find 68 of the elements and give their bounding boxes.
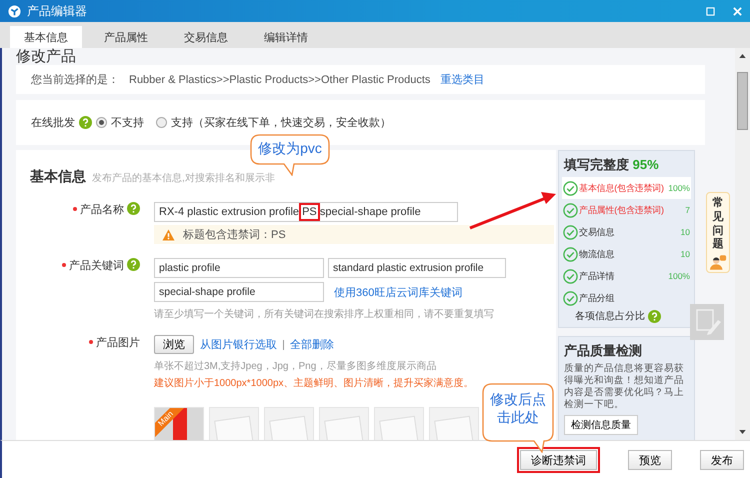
maximize-icon[interactable] xyxy=(706,6,715,16)
check-circle-icon xyxy=(563,202,578,218)
check-quality-button[interactable]: 检测信息质量 xyxy=(564,415,638,435)
score-share-label: 各项信息占分比 xyxy=(575,310,645,323)
completeness-item[interactable]: 产品分组 xyxy=(562,287,691,309)
scrollbar[interactable] xyxy=(735,48,750,440)
completeness-item[interactable]: 基本信息(包含违禁词) 100% xyxy=(562,177,691,199)
footer-button[interactable]: 诊断违禁词 xyxy=(520,450,597,470)
check-circle-icon xyxy=(563,224,578,240)
quality-text: 质量的产品信息将更容易获得曝光和询盘！想知道产品内容是否需要优化吗？马上检测一下吧。 xyxy=(564,363,685,411)
keyword-field[interactable]: plastic profile xyxy=(154,258,324,278)
radio-button[interactable] xyxy=(156,117,167,128)
product-name-label: 产品名称 xyxy=(80,202,124,217)
image-advice: 建议图片小于1000px*1000px、主题鲜明、图片清晰，提升买家满意度。 xyxy=(154,376,475,390)
app-logo-icon xyxy=(8,4,21,18)
category-path: Rubber & Plastics>>Plastic Products>>Other Plastic Products xyxy=(129,74,430,86)
browse-button[interactable]: 浏览 xyxy=(154,335,194,354)
required-icon xyxy=(62,263,66,267)
footer-button[interactable]: 预览 xyxy=(628,450,672,470)
keywords-hint: 请至少填写一个关键词，所有关键词在搜索排序上权重相同，请不要重复填写 xyxy=(154,308,495,321)
reselect-link[interactable]: 重选类目 xyxy=(440,72,484,87)
keyword-field[interactable]: standard plastic extrusion profile xyxy=(328,258,506,278)
help-icon[interactable] xyxy=(127,258,140,271)
image-link[interactable]: 全部删除 xyxy=(290,337,334,352)
scrollbar-thumb[interactable] xyxy=(737,72,748,130)
scroll-up-icon[interactable] xyxy=(739,54,746,58)
help-icon[interactable] xyxy=(79,116,92,129)
completeness-item[interactable]: 产品详情 100% xyxy=(562,265,691,287)
required-icon xyxy=(89,340,93,344)
close-icon[interactable] xyxy=(733,6,742,16)
quality-title: 产品质量检测 xyxy=(564,342,643,360)
callout-bubble: 修改后点击此处 xyxy=(482,383,554,453)
check-circle-icon xyxy=(563,246,578,262)
warning-text: 标题包含违禁词：PS xyxy=(183,228,286,242)
completeness-item[interactable]: 交易信息 10 xyxy=(562,221,691,243)
images-hint: 单张不超过3M,支持Jpeg，Jpg，Png，尽量多图多维度展示商品 xyxy=(154,360,438,373)
section-title: 基本信息 xyxy=(30,168,86,186)
tab[interactable]: 产品属性 xyxy=(90,26,162,48)
scroll-down-icon[interactable] xyxy=(739,430,746,434)
radio-button[interactable] xyxy=(96,117,107,128)
faq-tab[interactable]: 常见问题 xyxy=(706,192,730,273)
check-circle-icon xyxy=(563,290,578,306)
radio-label: 不支持 xyxy=(111,116,144,130)
person-icon xyxy=(709,255,727,270)
completeness-title: 填写完整度 95% xyxy=(564,156,660,174)
keyword-field[interactable]: special-shape profile xyxy=(154,282,324,302)
wholesale-label: 在线批发 xyxy=(31,116,75,130)
window-title: 产品编辑器 xyxy=(27,2,88,20)
product-name-field[interactable]: RX-4 plastic extrusion profile PS special-shape profile xyxy=(154,202,458,222)
image-link[interactable]: 从图片银行选取 xyxy=(200,337,277,352)
keywords-label: 产品关键词 xyxy=(69,258,124,273)
images-label: 产品图片 xyxy=(96,336,140,350)
help-icon[interactable] xyxy=(648,310,661,322)
check-circle-icon xyxy=(563,268,578,284)
completeness-item[interactable]: 物流信息 10 xyxy=(562,243,691,265)
page-title: 修改产品 xyxy=(16,48,77,65)
warning-icon xyxy=(162,228,175,240)
tab[interactable]: 交易信息 xyxy=(170,26,242,48)
radio-label: 支持（买家在线下单，快速交易，安全收款） xyxy=(171,116,391,130)
keyword-library-link[interactable]: 使用360旺店云词库关键词 xyxy=(334,284,462,300)
help-icon[interactable] xyxy=(127,202,140,215)
tab[interactable]: 基本信息 xyxy=(10,26,82,48)
category-label: 您当前选择的是： xyxy=(31,73,119,87)
required-icon xyxy=(73,207,77,211)
footer-button[interactable]: 发布 xyxy=(700,450,744,470)
tab[interactable]: 编辑详情 xyxy=(250,26,322,48)
note-edit-icon[interactable] xyxy=(690,304,724,340)
check-circle-icon xyxy=(563,180,578,196)
